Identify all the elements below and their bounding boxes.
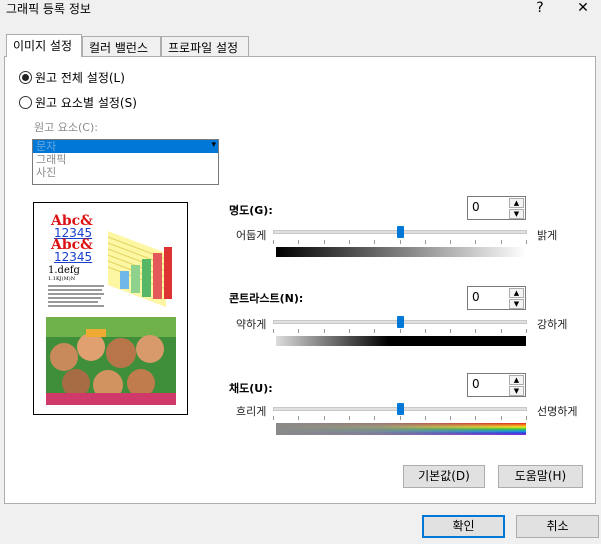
help-button[interactable]: 도움말(H) [498,465,583,488]
cancel-button[interactable]: 취소 [516,515,599,538]
spin-up-icon[interactable]: ▲ [509,288,524,298]
radio-per-element-label: 원고 요소별 설정(S) [35,96,137,110]
spin-down-icon[interactable]: ▼ [509,209,524,219]
tick-mark [526,329,527,333]
preview-image: Abc& 12345 Abc& 12345 1.defg 1.1KJ(M)N [33,202,188,415]
preview-tiny-text: 1.1KJ(M)N [48,276,76,282]
spin-down-icon[interactable]: ▼ [509,299,524,309]
saturation-slider-thumb[interactable] [396,403,404,415]
brightness-spinner[interactable]: 0 ▲ ▼ [467,196,526,220]
tick-mark [374,329,375,333]
tab-image-settings[interactable]: 이미지 설정 [6,34,82,57]
preview-text-lines [48,285,104,307]
tick-mark [475,329,476,333]
contrast-slider-thumb[interactable] [396,316,404,328]
element-listbox[interactable]: 문자 그래픽 사진 [32,139,219,185]
radio-whole-document-label: 원고 전체 설정(L) [35,71,125,85]
tick-mark [298,240,299,244]
tick-mark [298,329,299,333]
list-item[interactable]: 사진 [33,166,218,179]
saturation-gradient [276,423,526,435]
tick-mark [450,416,451,420]
contrast-label: 콘트라스트(N): [229,292,304,305]
tick-mark [425,240,426,244]
radio-selected-icon [19,71,32,84]
saturation-right-label: 선명하게 [537,405,578,418]
contrast-ticks [273,329,527,333]
spin-down-icon[interactable]: ▼ [509,386,524,396]
brightness-right-label: 밝게 [537,229,558,242]
tick-mark [400,416,401,420]
tick-mark [526,416,527,420]
contrast-value[interactable]: 0 [472,290,480,304]
tick-mark [475,416,476,420]
preview-bar-graphic [107,231,172,307]
tick-mark [324,329,325,333]
contrast-gradient [276,336,526,346]
contrast-spinner[interactable]: 0 ▲ ▼ [467,286,526,310]
saturation-ticks [273,416,527,420]
tick-mark [374,240,375,244]
help-icon[interactable]: ? [530,0,550,16]
tick-mark [400,240,401,244]
preview-photo [46,317,176,405]
radio-whole-document[interactable]: 원고 전체 설정(L) [19,69,125,86]
close-icon[interactable]: ✕ [573,0,593,16]
contrast-right-label: 강하게 [537,318,568,331]
tick-mark [400,329,401,333]
brightness-gradient [276,247,526,257]
tick-mark [273,329,274,333]
contrast-left-label: 약하게 [236,318,267,331]
preview-small-text: 1.defg [48,265,80,276]
tick-mark [450,240,451,244]
tick-mark [526,240,527,244]
tick-mark [501,329,502,333]
brightness-label: 명도(G): [229,204,273,217]
brightness-value[interactable]: 0 [472,200,480,214]
tick-mark [425,416,426,420]
default-button[interactable]: 기본값(D) [403,465,485,488]
radio-unselected-icon [19,96,32,109]
list-item[interactable]: 문자 [33,139,218,153]
tick-mark [501,240,502,244]
tick-mark [273,240,274,244]
saturation-value[interactable]: 0 [472,377,480,391]
brightness-left-label: 어둡게 [236,229,267,242]
spin-up-icon[interactable]: ▲ [509,198,524,208]
tab-profile-settings[interactable]: 프로파일 설정 [161,36,249,56]
saturation-left-label: 흐리게 [236,405,267,418]
tick-mark [475,240,476,244]
window-title: 그래픽 등록 정보 [6,2,91,16]
saturation-spinner[interactable]: 0 ▲ ▼ [467,373,526,397]
brightness-ticks [273,240,527,244]
radio-per-element[interactable]: 원고 요소별 설정(S) [19,94,137,111]
tick-mark [324,240,325,244]
tick-mark [273,416,274,420]
spin-up-icon[interactable]: ▲ [509,375,524,385]
saturation-label: 채도(U): [229,382,273,395]
tick-mark [450,329,451,333]
tick-mark [425,329,426,333]
tick-mark [298,416,299,420]
list-item[interactable]: 그래픽 [33,153,218,166]
tick-mark [349,240,350,244]
preview-number-2: 12345 [54,250,93,264]
tab-color-balance[interactable]: 컬러 밸런스 [82,36,161,56]
ok-button[interactable]: 확인 [422,515,505,538]
tick-mark [349,329,350,333]
tick-mark [374,416,375,420]
tick-mark [324,416,325,420]
tick-mark [501,416,502,420]
brightness-slider-thumb[interactable] [396,226,404,238]
tick-mark [349,416,350,420]
element-caption: 원고 요소(C): [34,121,98,134]
